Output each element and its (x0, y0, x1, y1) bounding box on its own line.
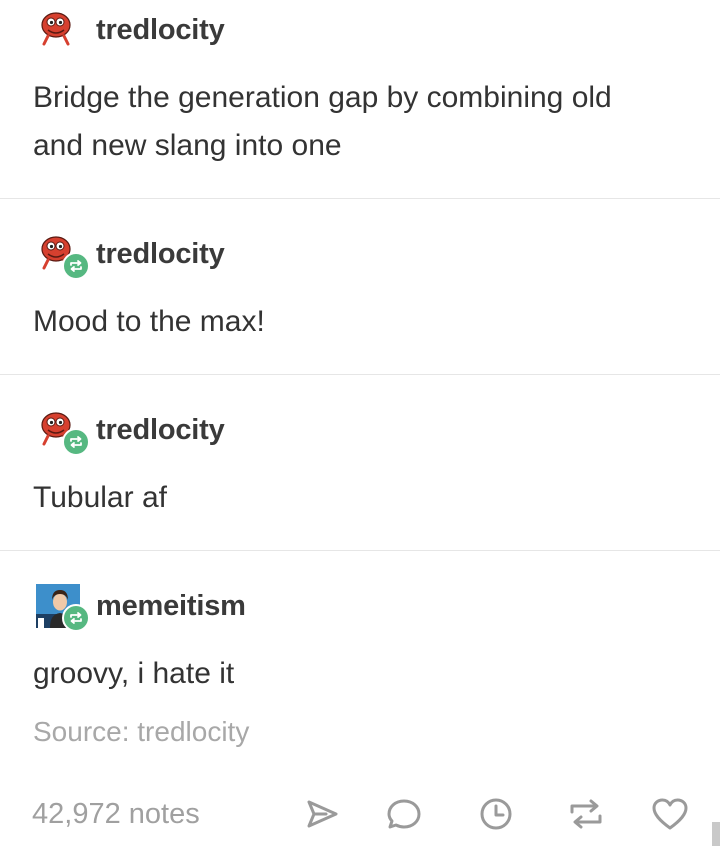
post-username[interactable]: memeitism (96, 590, 246, 623)
reblog-icon[interactable] (566, 794, 606, 834)
post-text: Mood to the max! (33, 305, 265, 338)
share-icon[interactable] (302, 794, 342, 834)
like-heart-icon[interactable] (650, 794, 690, 834)
post-username[interactable]: tredlocity (96, 414, 225, 447)
post-header-1: tredlocity (36, 6, 225, 54)
notes-count[interactable]: 42,972 notes (32, 798, 200, 831)
scrollbar-thumb[interactable] (712, 822, 720, 846)
post-username[interactable]: tredlocity (96, 238, 225, 271)
post-text: Tubular af (33, 481, 167, 514)
avatar[interactable] (36, 582, 90, 632)
post-divider (0, 198, 720, 199)
reblog-badge-icon (62, 252, 90, 280)
post-divider (0, 374, 720, 375)
post-username[interactable]: tredlocity (96, 14, 225, 47)
post-footer: 42,972 notes (0, 790, 720, 842)
queue-clock-icon[interactable] (476, 794, 516, 834)
reblog-badge-icon (62, 428, 90, 456)
red-creature-mascot-icon (41, 12, 71, 46)
post-header-4: memeitism (36, 582, 246, 632)
avatar[interactable] (36, 406, 90, 456)
reblog-badge-icon (62, 604, 90, 632)
post-text: groovy, i hate it (33, 657, 235, 690)
post-header-3: tredlocity (36, 406, 225, 456)
post-text: Bridge the generation gap by combining o… (33, 74, 673, 170)
post-page: tredlocity Bridge the generation gap by … (0, 0, 720, 848)
post-header-2: tredlocity (36, 230, 225, 280)
post-text-line: and new slang into one (33, 129, 342, 162)
reply-icon[interactable] (384, 794, 424, 834)
source-link[interactable]: Source: tredlocity (33, 716, 249, 748)
post-divider (0, 550, 720, 551)
post-text-line: Bridge the generation gap by combining o… (33, 81, 612, 114)
avatar[interactable] (36, 230, 90, 280)
avatar[interactable] (36, 6, 84, 54)
